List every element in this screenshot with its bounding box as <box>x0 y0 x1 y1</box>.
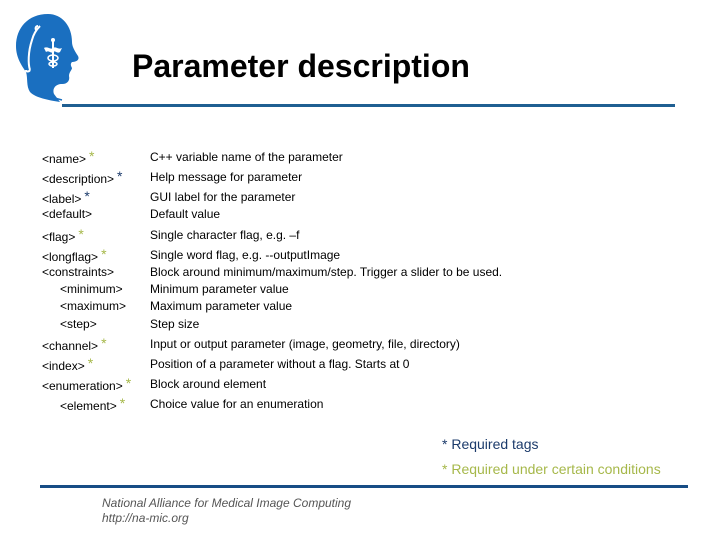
footer-org: National Alliance for Medical Image Comp… <box>102 496 352 510</box>
parameter-tag-label: <longflag> <box>42 250 99 264</box>
parameter-tag-label: <label> <box>42 192 82 206</box>
parameter-tag: <channel> * <box>42 335 107 353</box>
parameter-tag-label: <index> <box>42 359 85 373</box>
parameter-description: Default value <box>150 207 221 221</box>
conditional-star-icon: * <box>125 375 132 391</box>
parameter-tag: <name> * <box>42 148 95 166</box>
parameter-tag: <minimum> <box>60 282 123 296</box>
parameter-description: Position of a parameter without a flag. … <box>150 357 410 371</box>
parameter-tag-label: <name> <box>42 152 87 166</box>
parameter-tag-label: <step> <box>60 317 97 331</box>
parameter-tag-label: <description> <box>42 172 115 186</box>
parameter-tag-label: <maximum> <box>60 299 127 313</box>
parameter-tag-label: <default> <box>42 207 93 221</box>
conditional-star-icon: * <box>89 148 95 164</box>
parameter-tag: <maximum> <box>60 299 126 313</box>
footer-divider <box>40 485 688 488</box>
slicer-head-logo-icon <box>16 14 79 102</box>
parameter-tag-label: <element> <box>60 399 117 413</box>
parameter-tag: <element> * <box>60 395 126 413</box>
parameter-description: Single word flag, e.g. --outputImage <box>150 248 341 262</box>
parameter-description: Single character flag, e.g. –f <box>150 228 300 242</box>
legend-conditional: * Required under certain conditions <box>442 461 661 477</box>
parameter-description: C++ variable name of the parameter <box>150 150 343 164</box>
legend-required: * Required tags <box>442 436 539 452</box>
parameter-description: Block around minimum/maximum/step. Trigg… <box>150 265 503 279</box>
conditional-star-icon: * <box>119 395 126 411</box>
parameter-tag: <flag> * <box>42 226 84 244</box>
parameter-description: Help message for parameter <box>150 170 303 184</box>
parameter-tag-label: <channel> <box>42 339 99 353</box>
parameter-tag: <description> * <box>42 168 123 186</box>
parameter-tag-label: <enumeration> <box>42 379 123 393</box>
parameter-tag-label: <minimum> <box>60 282 123 296</box>
footer: National Alliance for Medical Image Comp… <box>102 496 351 526</box>
parameter-description: Maximum parameter value <box>150 299 293 313</box>
parameter-description: Minimum parameter value <box>150 282 289 296</box>
parameter-description: Step size <box>150 317 200 331</box>
footer-url: http://na-mic.org <box>102 511 189 525</box>
parameter-tag: <index> * <box>42 355 94 373</box>
parameter-tag: <longflag> * <box>42 246 107 264</box>
parameter-tag: <label> * <box>42 188 90 206</box>
parameter-tag-label: <flag> <box>42 230 76 244</box>
parameter-description: Input or output parameter (image, geomet… <box>150 337 460 351</box>
parameter-tag: <enumeration> * <box>42 375 132 393</box>
required-star-icon: * <box>117 168 123 184</box>
parameter-description: Block around element <box>150 377 267 391</box>
required-star-icon: * <box>84 188 90 204</box>
conditional-star-icon: * <box>87 355 94 371</box>
parameter-description: Choice value for an enumeration <box>150 397 324 411</box>
conditional-star-icon: * <box>101 246 107 262</box>
conditional-star-icon: * <box>78 226 84 242</box>
parameter-tag: <constraints> <box>42 265 114 279</box>
parameter-description: GUI label for the parameter <box>150 190 296 204</box>
parameter-tag-label: <constraints> <box>42 265 115 279</box>
conditional-star-icon: * <box>101 335 107 351</box>
header-divider <box>62 104 675 107</box>
slide-title: Parameter description <box>132 48 470 84</box>
parameter-tag: <step> <box>60 317 97 331</box>
parameter-tag: <default> <box>42 207 92 221</box>
